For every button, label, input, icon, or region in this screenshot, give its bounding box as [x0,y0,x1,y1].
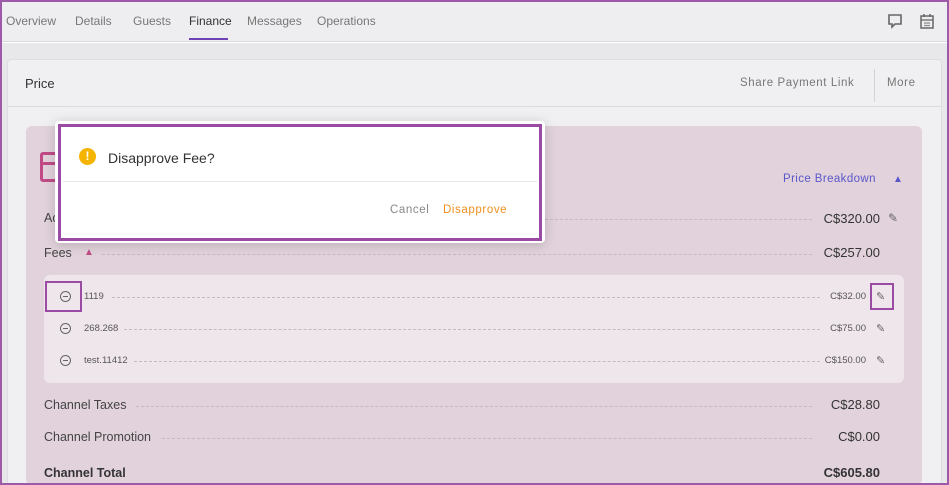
tab-details[interactable]: Details [75,14,112,28]
active-tab-indicator [189,38,228,40]
highlight-box [45,281,82,312]
remove-fee-icon[interactable] [60,355,71,366]
leader-dots [134,361,820,362]
leader-dots [162,438,812,439]
channel-taxes-value: C$28.80 [830,397,880,412]
fee-name: 268.268 [84,323,119,334]
channel-total-value: C$605.80 [823,465,880,480]
tab-overview[interactable]: Overview [6,14,56,28]
tab-guests[interactable]: Guests [133,14,171,28]
calendar-icon[interactable] [918,12,936,30]
edit-pencil-icon[interactable]: ✎ [876,354,885,367]
fee-value: C$32.00 [830,291,866,302]
header-divider [874,69,875,102]
fee-name: 1119 [84,291,104,302]
price-panel-header: Price Share Payment Link More [8,60,941,107]
fees-value: C$257.00 [823,245,880,260]
tab-operations[interactable]: Operations [317,14,376,28]
accommodation-value: C$320.00 [823,211,880,226]
fee-value: C$75.00 [830,323,866,334]
tab-finance[interactable]: Finance [189,14,232,28]
leader-dots [124,329,820,330]
edit-pencil-icon[interactable]: ✎ [876,322,885,335]
channel-taxes-label: Channel Taxes [44,398,127,412]
dialog-title: Disapprove Fee? [108,150,215,166]
leader-dots [102,254,812,255]
chevron-up-icon[interactable]: ▲ [84,247,94,258]
disapprove-button[interactable]: Disapprove [443,204,507,216]
fee-name: test.11412 [84,355,128,366]
edit-pencil-icon[interactable]: ✎ [888,211,898,225]
dialog-divider [63,181,537,182]
fees-label: Fees [44,246,72,260]
tab-bar: Overview Details Guests Finance Messages… [0,0,949,42]
channel-promotion-value: C$0.00 [838,429,880,444]
disapprove-fee-dialog [55,121,545,243]
tab-messages[interactable]: Messages [247,14,302,28]
remove-fee-icon[interactable] [60,323,71,334]
share-payment-link-button[interactable]: Share Payment Link [740,77,854,89]
fee-value: C$150.00 [824,355,866,366]
leader-dots [540,219,812,220]
more-button[interactable]: More [887,77,916,89]
cancel-button[interactable]: Cancel [390,204,429,216]
page-title: Price [25,76,55,91]
channel-promotion-label: Channel Promotion [44,430,152,444]
chat-icon[interactable] [886,12,904,30]
channel-total-label: Channel Total [44,466,126,480]
leader-dots [136,406,812,407]
leader-dots [112,297,820,298]
chevron-up-icon[interactable]: ▲ [893,174,903,185]
price-breakdown-toggle[interactable]: Price Breakdown [783,173,876,185]
warning-icon: ! [79,148,96,165]
highlight-box [870,283,894,310]
